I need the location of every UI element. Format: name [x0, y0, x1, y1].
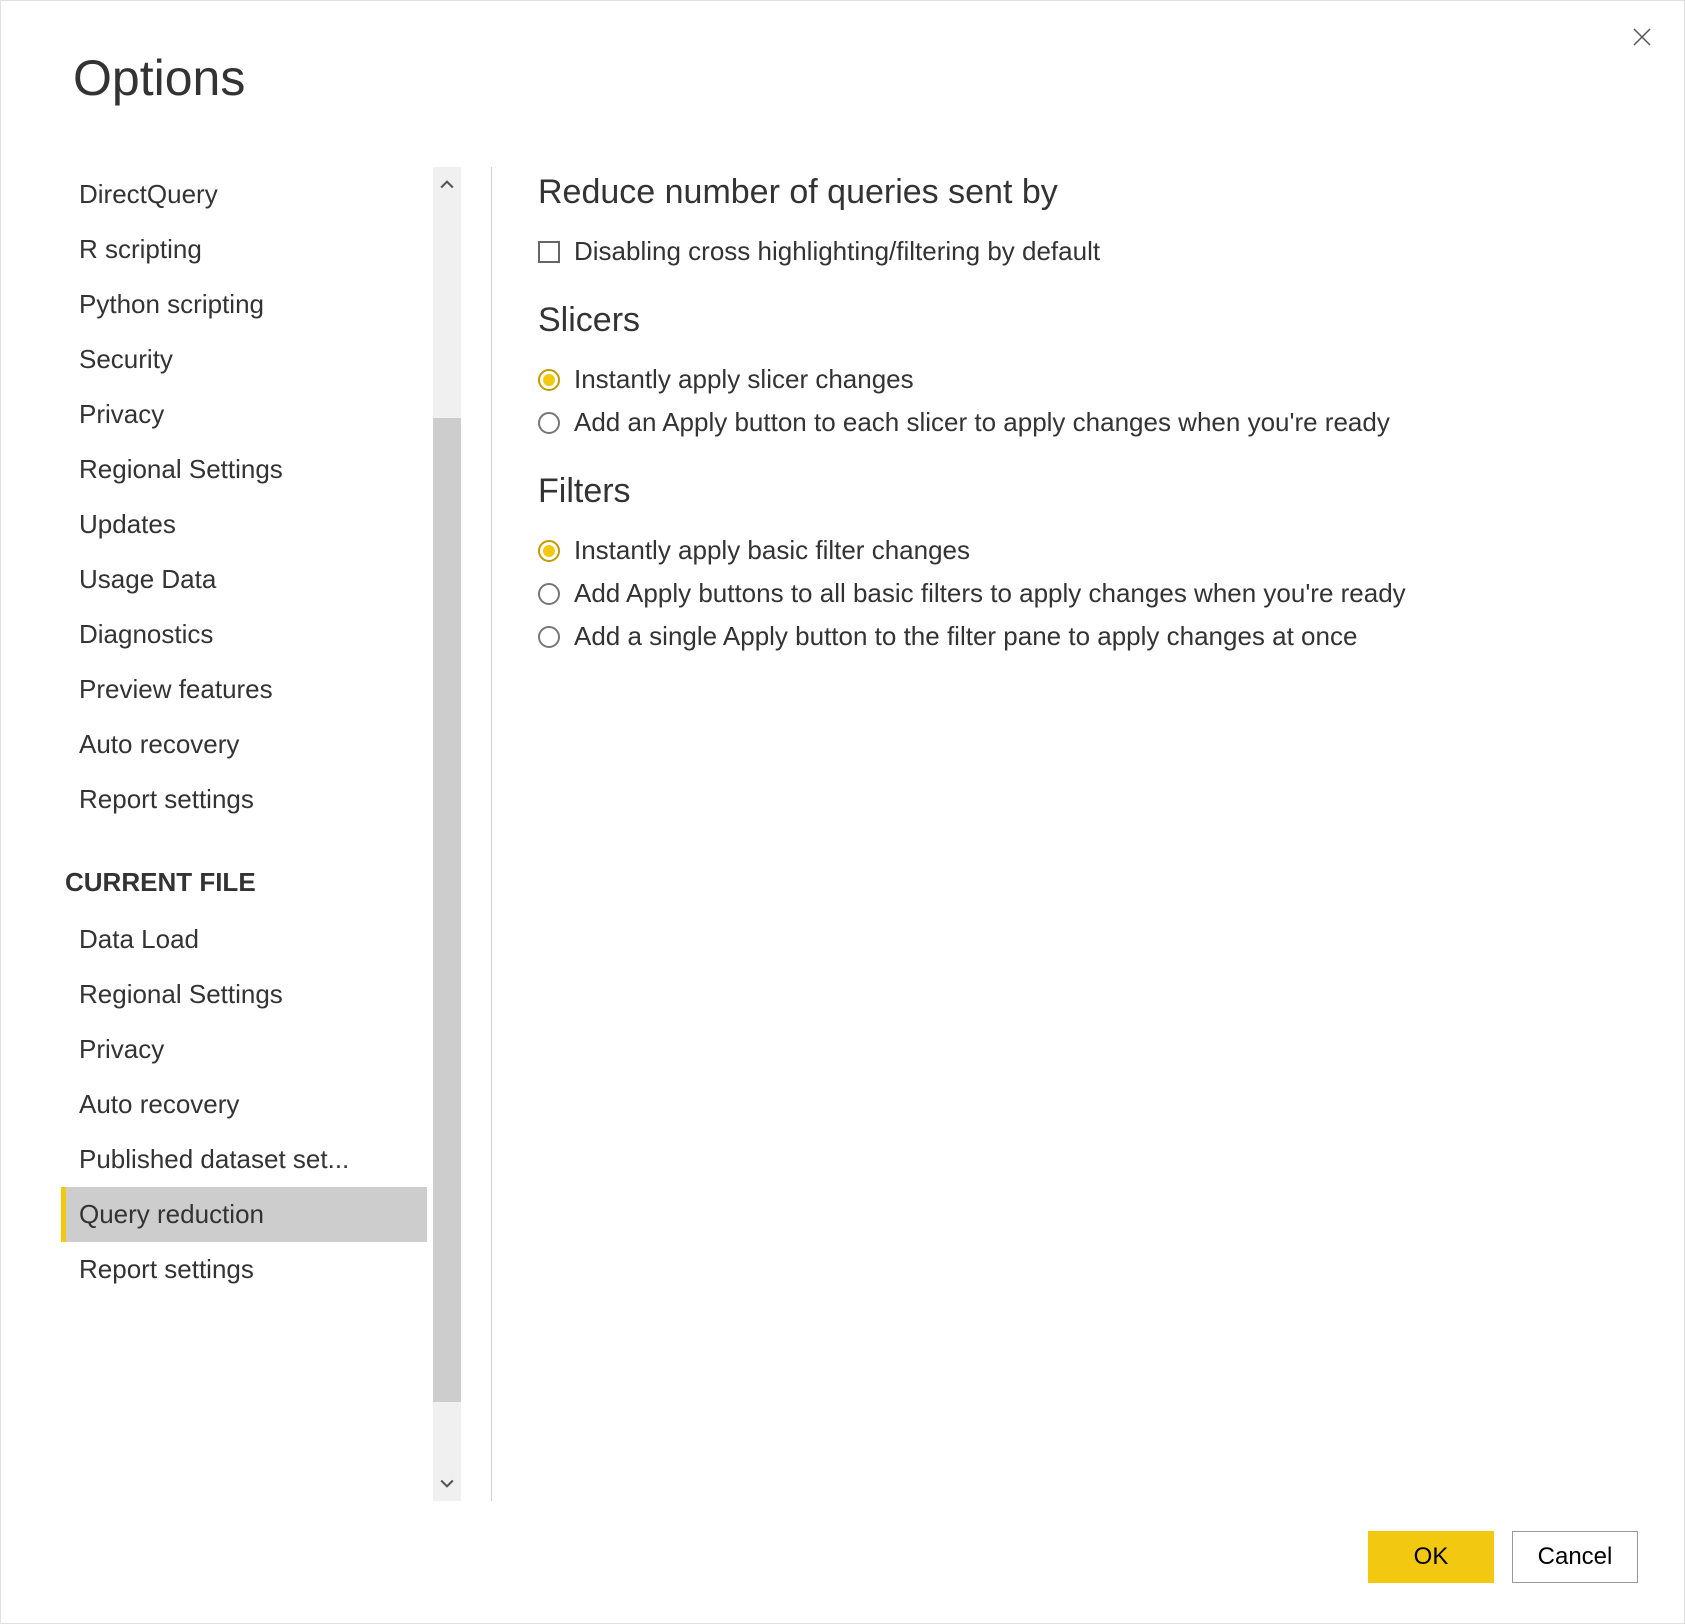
sidebar: DirectQuery R scripting Python scripting…	[61, 167, 461, 1501]
dialog-title: Options	[1, 1, 1684, 137]
nav-item-python-scripting[interactable]: Python scripting	[61, 277, 427, 332]
slicers-heading: Slicers	[538, 301, 1624, 340]
radio-icon	[538, 412, 560, 434]
radio-icon	[538, 369, 560, 391]
radio-label: Instantly apply slicer changes	[574, 364, 914, 395]
filter-option-apply-each[interactable]: Add Apply buttons to all basic filters t…	[538, 572, 1624, 615]
filter-option-instant[interactable]: Instantly apply basic filter changes	[538, 529, 1624, 572]
nav-item-data-load[interactable]: Data Load	[61, 912, 427, 967]
close-icon	[1630, 25, 1654, 49]
nav-item-directquery[interactable]: DirectQuery	[61, 167, 427, 222]
nav-item-privacy[interactable]: Privacy	[61, 387, 427, 442]
reduce-heading: Reduce number of queries sent by	[538, 173, 1624, 212]
scroll-track[interactable]	[433, 203, 461, 1465]
dialog-footer: OK Cancel	[1, 1501, 1684, 1623]
nav-item-published-dataset[interactable]: Published dataset set...	[61, 1132, 427, 1187]
checkbox-label: Disabling cross highlighting/filtering b…	[574, 236, 1100, 267]
slicer-option-instant[interactable]: Instantly apply slicer changes	[538, 358, 1624, 401]
nav-section-heading: CURRENT FILE	[61, 827, 427, 912]
nav-item-report-settings-file[interactable]: Report settings	[61, 1242, 427, 1297]
options-dialog: Options DirectQuery R scripting Python s…	[0, 0, 1685, 1624]
cancel-button[interactable]: Cancel	[1512, 1531, 1638, 1583]
content-panel: Reduce number of queries sent by Disabli…	[538, 167, 1624, 1501]
slicer-option-apply-button[interactable]: Add an Apply button to each slicer to ap…	[538, 401, 1624, 444]
nav-item-query-reduction[interactable]: Query reduction	[61, 1187, 427, 1242]
nav-item-regional-settings-file[interactable]: Regional Settings	[61, 967, 427, 1022]
vertical-divider	[491, 167, 492, 1501]
filter-option-apply-single[interactable]: Add a single Apply button to the filter …	[538, 615, 1624, 658]
disable-cross-highlighting-checkbox[interactable]: Disabling cross highlighting/filtering b…	[538, 230, 1624, 273]
close-button[interactable]	[1624, 19, 1660, 55]
checkbox-icon	[538, 241, 560, 263]
chevron-down-icon	[437, 1473, 457, 1493]
nav-item-auto-recovery-file[interactable]: Auto recovery	[61, 1077, 427, 1132]
nav-item-auto-recovery[interactable]: Auto recovery	[61, 717, 427, 772]
radio-label: Add an Apply button to each slicer to ap…	[574, 407, 1390, 438]
radio-label: Add a single Apply button to the filter …	[574, 621, 1357, 652]
scroll-down-button[interactable]	[433, 1465, 461, 1501]
dialog-body: DirectQuery R scripting Python scripting…	[1, 137, 1684, 1501]
radio-label: Add Apply buttons to all basic filters t…	[574, 578, 1406, 609]
nav-item-regional-settings[interactable]: Regional Settings	[61, 442, 427, 497]
nav-item-preview-features[interactable]: Preview features	[61, 662, 427, 717]
nav-item-r-scripting[interactable]: R scripting	[61, 222, 427, 277]
scroll-thumb[interactable]	[433, 418, 461, 1402]
nav-item-usage-data[interactable]: Usage Data	[61, 552, 427, 607]
nav-list: DirectQuery R scripting Python scripting…	[61, 167, 433, 1501]
radio-icon	[538, 540, 560, 562]
chevron-up-icon	[437, 175, 457, 195]
scroll-up-button[interactable]	[433, 167, 461, 203]
radio-icon	[538, 583, 560, 605]
filters-heading: Filters	[538, 472, 1624, 511]
nav-item-report-settings[interactable]: Report settings	[61, 772, 427, 827]
nav-item-privacy-file[interactable]: Privacy	[61, 1022, 427, 1077]
radio-label: Instantly apply basic filter changes	[574, 535, 970, 566]
sidebar-scrollbar[interactable]	[433, 167, 461, 1501]
radio-icon	[538, 626, 560, 648]
nav-item-updates[interactable]: Updates	[61, 497, 427, 552]
nav-item-security[interactable]: Security	[61, 332, 427, 387]
nav-item-diagnostics[interactable]: Diagnostics	[61, 607, 427, 662]
ok-button[interactable]: OK	[1368, 1531, 1494, 1583]
